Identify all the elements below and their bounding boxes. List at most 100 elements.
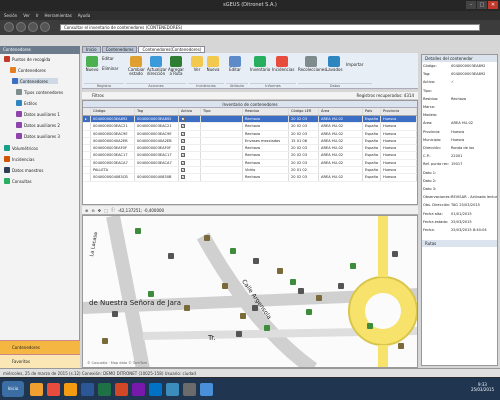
table-row[interactable]: 0040000004083CB 00400000040830B ✓ Rechazo 20…: [83, 174, 417, 182]
browser-icon[interactable]: [47, 383, 60, 396]
container-marker-icon[interactable]: [398, 343, 404, 349]
taskbar-clock[interactable]: 9:33 25/03/2015: [471, 382, 494, 392]
zoom-out-icon[interactable]: ⊖: [91, 208, 94, 213]
container-marker-icon[interactable]: [298, 288, 304, 294]
close-icon[interactable]: ✕: [488, 1, 498, 9]
cell-activo[interactable]: ✓: [179, 145, 201, 152]
container-marker-icon[interactable]: [316, 295, 322, 301]
zoom-in-icon[interactable]: ⊕: [85, 208, 88, 213]
remote-desktop-icon[interactable]: [200, 383, 213, 396]
lavados-button[interactable]: Lavados: [326, 56, 343, 72]
outlook-icon[interactable]: [149, 383, 162, 396]
container-marker-icon[interactable]: [290, 279, 296, 285]
container-marker-icon[interactable]: [222, 283, 228, 289]
col-residuo[interactable]: Residuo: [243, 108, 289, 115]
cambiar-estado-button[interactable]: Cambiar estado: [128, 56, 145, 76]
minimize-icon[interactable]: –: [466, 1, 476, 9]
tree-item-consultas[interactable]: Consultas: [4, 178, 32, 184]
menu-ir[interactable]: Ir: [36, 11, 39, 20]
container-marker-icon[interactable]: [277, 268, 283, 274]
tab-inicio[interactable]: Inicio: [82, 46, 101, 53]
col-tag[interactable]: Tag: [135, 108, 179, 115]
cell-activo[interactable]: ✓: [179, 159, 201, 167]
active-checkbox[interactable]: ✓: [181, 168, 185, 173]
tree-item-incidencias[interactable]: Incidencias: [4, 156, 34, 162]
container-marker-icon[interactable]: [264, 325, 270, 331]
tree-item-volumetricos[interactable]: Volumétricos: [4, 145, 38, 151]
tab-contenedores[interactable]: Contenedores: [101, 46, 138, 53]
contenedores-section-button[interactable]: Contenedores: [0, 340, 80, 354]
cell-activo[interactable]: ✓: [179, 137, 201, 145]
excel-icon[interactable]: [98, 383, 111, 396]
forward-icon[interactable]: [16, 22, 26, 32]
tree-item-puntos-recogida[interactable]: Puntos de recogida: [4, 56, 50, 62]
importar-button[interactable]: Importar: [346, 63, 370, 67]
nuevo-button[interactable]: Nuevo: [85, 56, 99, 72]
menu-ayuda[interactable]: Ayuda: [78, 11, 90, 20]
container-marker-icon[interactable]: [148, 291, 154, 297]
active-checkbox[interactable]: ✓: [181, 146, 185, 151]
editar-button[interactable]: Editar: [102, 57, 124, 61]
container-marker-icon[interactable]: [350, 263, 356, 269]
menu-herramientas[interactable]: Herramientas: [45, 11, 72, 20]
table-row[interactable]: 0040000003EAC21 0040000003EAC21 ✓ Rechazo 20…: [83, 123, 417, 131]
active-checkbox[interactable]: ✓: [181, 175, 185, 180]
tree-item-aux2[interactable]: Datos auxiliares 2: [16, 122, 60, 128]
menu-ver[interactable]: Ver: [23, 11, 30, 20]
sgeus-icon[interactable]: [183, 383, 196, 396]
tree-item-estilos[interactable]: Estilos: [16, 100, 37, 106]
cell-activo[interactable]: ✓: [179, 123, 201, 130]
select-icon[interactable]: ⬚: [104, 208, 108, 213]
agregar-ruta-button[interactable]: Agregar a Ruta: [168, 56, 184, 76]
col-codigo-ler[interactable]: Código LER: [289, 108, 319, 115]
tree-item-contenedores-group[interactable]: Contenedores: [10, 67, 46, 73]
container-marker-icon[interactable]: [367, 323, 373, 329]
col-codigo[interactable]: Código: [91, 108, 135, 115]
active-checkbox[interactable]: ✓: [181, 160, 185, 165]
table-row[interactable]: 0040000003EAC9E 0040000003EAC9E ✓ Rechazo 20…: [83, 130, 417, 138]
table-row[interactable]: 0040000003EAC17 0040000003EAC17 ✓ Rechazo 20…: [83, 152, 417, 160]
cell-activo[interactable]: ✓: [179, 174, 201, 181]
editar-atributo-button[interactable]: Editar: [228, 56, 242, 72]
active-checkbox[interactable]: ✓: [181, 153, 185, 158]
container-marker-icon[interactable]: [102, 338, 108, 344]
powerpoint-icon[interactable]: [115, 383, 128, 396]
container-marker-icon[interactable]: [338, 283, 344, 289]
actualizar-direccion-button[interactable]: Actualizar dirección: [147, 56, 167, 76]
container-marker-icon[interactable]: [168, 253, 174, 259]
address-field[interactable]: Consultar el inventario de contenedores …: [60, 24, 480, 31]
col-activo[interactable]: Activo: [179, 108, 201, 115]
app-icon[interactable]: [166, 383, 179, 396]
onenote-icon[interactable]: [132, 383, 145, 396]
nueva-incidencia-button[interactable]: Nueva: [206, 56, 220, 72]
container-marker-icon[interactable]: [236, 331, 242, 337]
tree-item-tipos[interactable]: Tipos contenedores: [16, 89, 63, 95]
table-row[interactable]: 00400000040A2EB 00400000040A2EB ✓ Envases m…: [83, 137, 417, 146]
inventario-button[interactable]: Inventario: [250, 56, 270, 72]
ver-incidencia-button[interactable]: Ver: [190, 56, 204, 72]
folder-icon[interactable]: [30, 383, 43, 396]
container-marker-icon[interactable]: [184, 305, 190, 311]
tree-item-datos-maestros[interactable]: Datos maestros: [4, 167, 43, 173]
table-row[interactable]: 0040000003EAF0F 0040000003EAF0F ✓ Rechazo 20…: [83, 145, 417, 153]
recolecciones-button[interactable]: Recolecciones: [298, 56, 326, 72]
cell-activo[interactable]: ✓: [179, 116, 201, 123]
tree-item-contenedores[interactable]: Contenedores: [12, 78, 58, 84]
col-provincia[interactable]: Provincia: [381, 108, 417, 115]
tab-contenedores-detail[interactable]: Contenedores(Contenedores): [138, 46, 206, 53]
cell-activo[interactable]: ✓: [179, 152, 201, 159]
tree-item-aux1[interactable]: Datos auxiliares 1: [16, 111, 60, 117]
home-icon[interactable]: [28, 22, 38, 32]
container-marker-icon[interactable]: [204, 235, 210, 241]
tree-item-aux3[interactable]: Datos auxiliares 3: [16, 133, 60, 139]
container-marker-icon[interactable]: [230, 248, 236, 254]
filter-bar[interactable]: Filtros Registros recuperados: 4314: [82, 92, 418, 100]
table-row[interactable]: ▸ 0040000003EA892 0040000003EA892 ✓ Rechazo 2…: [83, 116, 417, 124]
back-icon[interactable]: [4, 22, 14, 32]
cell-activo[interactable]: ✓: [179, 130, 201, 137]
container-marker-icon[interactable]: [112, 311, 118, 317]
refresh-icon[interactable]: [40, 22, 50, 32]
favoritos-section-button[interactable]: Favoritos: [0, 354, 80, 368]
container-marker-icon[interactable]: [306, 309, 312, 315]
active-checkbox[interactable]: ✓: [181, 138, 185, 143]
